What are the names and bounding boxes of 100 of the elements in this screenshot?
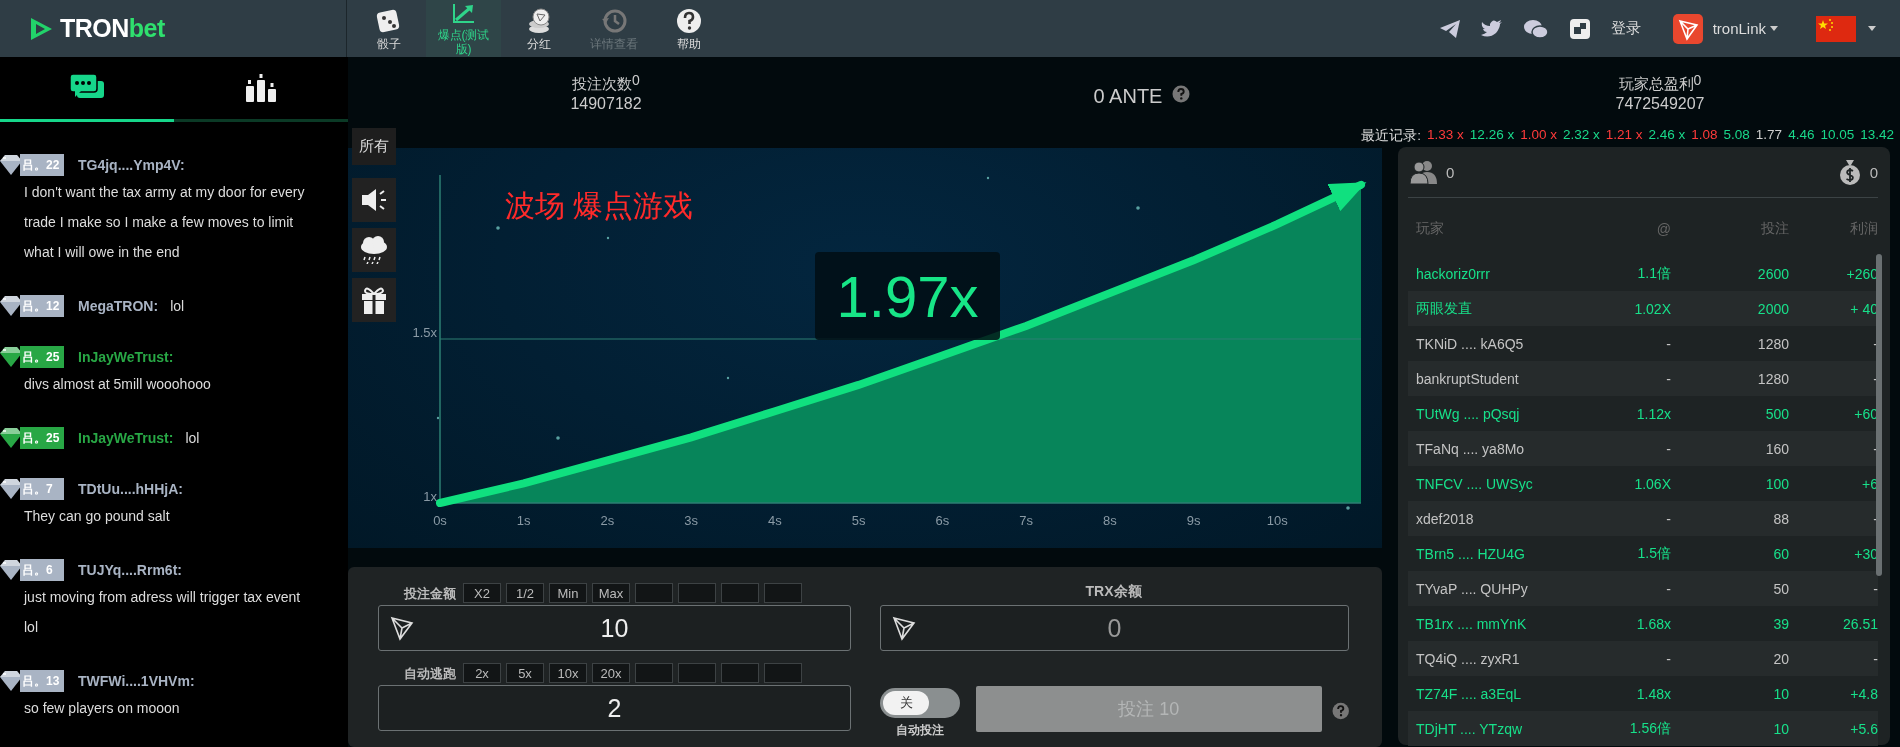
table-cell-text: bankruptStudent	[1416, 370, 1520, 387]
table-cell-text: 20	[1772, 650, 1789, 667]
wallet-dropdown[interactable]: tronLink	[1712, 20, 1778, 37]
language-dropdown[interactable]	[1816, 15, 1876, 42]
y-tick-label: 1.5x	[412, 325, 437, 340]
recent-multiplier: 1.77	[1755, 127, 1783, 144]
stat-value: 14907182	[570, 95, 642, 113]
table-cell-text: 39	[1772, 615, 1789, 632]
square-logo-icon[interactable]	[1568, 17, 1591, 40]
escape-chip[interactable]: 2x	[463, 663, 501, 683]
x-tick-label: 5s	[851, 513, 866, 528]
table-cell-text: hackoriz0rrr	[1416, 265, 1491, 282]
auto-bet-label: 自动投注	[896, 722, 944, 739]
table-cell-text: +5.6	[1849, 720, 1878, 737]
amount-chip[interactable]: Min	[549, 583, 587, 603]
chat-username[interactable]: TG4jq....Ymp4V:	[78, 157, 185, 173]
chat-username[interactable]: MegaTRON:	[78, 298, 159, 314]
table-cell-text: 50	[1772, 580, 1789, 597]
chat-message: so few players on mooon	[23, 699, 181, 718]
scrollbar-thumb[interactable]	[1876, 254, 1882, 576]
table-cell-text: 160	[1764, 440, 1789, 457]
flag-icon	[1816, 15, 1856, 42]
nav-item[interactable]: 帮助	[651, 0, 726, 57]
table-cell-text: TYvaP .... QUHPy	[1416, 580, 1529, 597]
chat-username[interactable]: TDtUu....hHHjA:	[78, 481, 183, 497]
gift-icon[interactable]	[352, 278, 396, 322]
table-cell-text: -	[1872, 650, 1878, 667]
table-cell-text: 10	[1772, 720, 1789, 737]
recent-multiplier: 1.21 x	[1605, 127, 1643, 144]
caret-icon	[1770, 26, 1778, 31]
x-tick-label: 7s	[1019, 513, 1033, 528]
escape-label: 自动逃跑	[404, 665, 456, 683]
chat-message: lol	[185, 430, 200, 446]
table-cell-text: -	[1665, 440, 1671, 457]
escape-field[interactable]: 2	[378, 685, 851, 731]
chat-bubbles-icon[interactable]	[1522, 17, 1549, 40]
bird-icon[interactable]	[1480, 18, 1503, 39]
column-header: @	[1655, 221, 1671, 237]
rain-cloud-icon[interactable]	[352, 228, 396, 272]
table-cell-text: TB1rx .... mmYnK	[1416, 615, 1528, 632]
player-count: 0	[1446, 163, 1455, 181]
table-cell-text: 1.02X	[1633, 300, 1671, 317]
amount-field[interactable]: 10	[378, 605, 851, 651]
stat-value: 7472549207	[1615, 95, 1705, 113]
amount-chip[interactable]: X2	[463, 583, 501, 603]
stat-count: 0	[1693, 72, 1702, 88]
escape-chip[interactable]: 20x	[592, 663, 630, 683]
current-multiplier: 1.97x	[815, 252, 1000, 340]
table-cell-text: -	[1872, 335, 1878, 352]
chat-username[interactable]: InJayWeTrust:	[78, 430, 174, 446]
help-icon[interactable]	[1331, 702, 1349, 720]
chat-username[interactable]: TUJYq....Rrm6t:	[78, 562, 182, 578]
table-cell-text: 26.51	[1841, 615, 1878, 632]
nav-item[interactable]: 爆点(测试版)	[426, 0, 501, 57]
table-cell-text: 1.5倍	[1636, 544, 1671, 563]
recent-multiplier: 1.00 x	[1520, 127, 1557, 144]
x-tick-label: 1s	[516, 513, 531, 528]
table-cell-text: TKNiD .... kA6Q5	[1416, 335, 1525, 352]
gem-icon	[0, 347, 22, 367]
table-cell-text: -	[1665, 335, 1671, 352]
x-tick-label: 3s	[684, 513, 699, 528]
escape-chip[interactable]: 10x	[549, 663, 587, 683]
paper-plane-icon[interactable]	[1438, 18, 1461, 39]
chat-username[interactable]: InJayWeTrust:	[78, 349, 174, 365]
nav-item[interactable]: 分红	[501, 0, 576, 57]
stat-label: 投注次数	[572, 75, 633, 94]
logo-text: TRONbet	[60, 14, 165, 43]
escape-chip[interactable]: 5x	[506, 663, 544, 683]
podium-icon	[245, 74, 277, 102]
amount-chip[interactable]: Max	[592, 583, 630, 603]
gem-icon	[0, 479, 22, 499]
recent-multiplier: 12.26 x	[1469, 127, 1515, 144]
table-cell-text: 1.12x	[1635, 405, 1671, 422]
table-cell-text: TDjHT .... YTzqw	[1416, 720, 1524, 737]
gem-icon	[0, 296, 22, 316]
table-cell-text: 1280	[1756, 370, 1789, 387]
table-cell-text: +4.8	[1849, 685, 1878, 702]
table-cell-text: -	[1872, 580, 1878, 597]
table-cell-text: 1.1倍	[1636, 264, 1671, 283]
chat-message: They can go pound salt	[23, 507, 171, 526]
table-cell-text: 1.48x	[1635, 685, 1671, 702]
x-tick-label: 2s	[600, 513, 615, 528]
game-title: 波场 爆点游戏	[505, 188, 694, 224]
chat-message: divs almost at 5mill wooohooo	[23, 375, 212, 394]
x-tick-label: 9s	[1186, 513, 1201, 528]
amount-chip[interactable]: 1/2	[506, 583, 544, 603]
auto-bet-toggle[interactable]: 关	[880, 688, 960, 718]
chat-username[interactable]: TWFWi....1VHVm:	[78, 673, 195, 689]
table-cell-text: 1.68x	[1635, 615, 1671, 632]
stat-label: 玩家总盈利	[1618, 75, 1694, 94]
help-icon[interactable]	[1172, 85, 1191, 103]
speaker-icon[interactable]	[352, 178, 396, 222]
table-cell-text: -	[1665, 370, 1671, 387]
nav-item[interactable]: 骰子	[351, 0, 426, 57]
gem-icon	[0, 560, 22, 580]
login-link[interactable]: 登录	[1610, 19, 1641, 38]
money-bag-icon	[1837, 159, 1862, 185]
recent-multiplier: 13.42	[1860, 127, 1894, 144]
filter-button[interactable]: 所有	[352, 128, 396, 165]
table-cell-text: -	[1872, 510, 1878, 527]
